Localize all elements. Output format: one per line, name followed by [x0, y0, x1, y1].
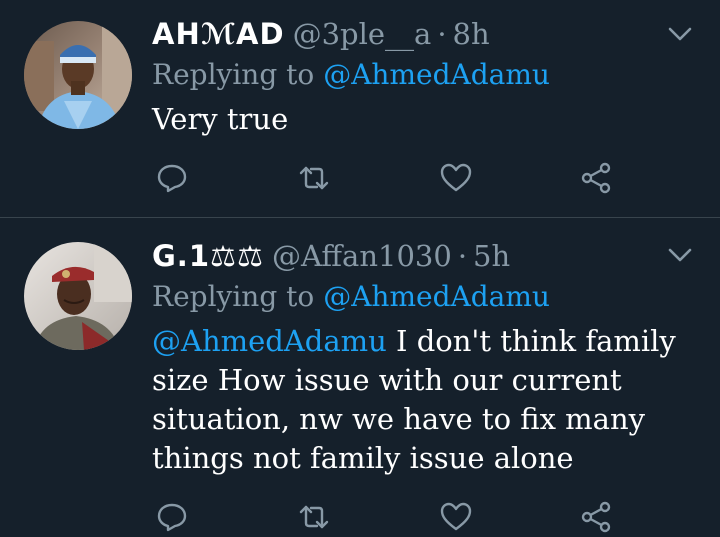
heart-icon	[440, 163, 472, 192]
chevron-down-icon[interactable]	[666, 20, 694, 48]
share-button[interactable]	[576, 497, 616, 537]
retweet-icon	[299, 505, 329, 529]
replying-to-mention[interactable]: @AhmedAdamu	[323, 280, 550, 313]
tweet-header: AHℳAD @3ple__a · 8h	[152, 14, 490, 54]
username[interactable]: @3ple__a	[293, 14, 432, 54]
avatar[interactable]	[24, 21, 132, 129]
timestamp[interactable]: 5h	[473, 236, 510, 276]
display-name[interactable]: AHℳAD	[152, 14, 285, 54]
body-mention[interactable]: @AhmedAdamu	[152, 324, 387, 358]
avatar[interactable]	[24, 242, 132, 350]
tweet-text: Very true	[152, 100, 697, 139]
replying-to: Replying to @AhmedAdamu	[152, 57, 550, 93]
retweet-icon	[299, 166, 329, 190]
reply-icon	[157, 503, 187, 532]
tweet[interactable]: G.1⚖⚖ @Affan1030 · 5h Replying to @Ahmed…	[0, 219, 720, 533]
replying-to: Replying to @AhmedAdamu	[152, 279, 550, 315]
chevron-down-icon[interactable]	[666, 241, 694, 269]
tweet-actions	[152, 497, 622, 537]
heart-icon	[440, 502, 472, 531]
retweet-button[interactable]	[294, 158, 334, 198]
retweet-button[interactable]	[294, 497, 334, 537]
avatar-photo	[24, 21, 132, 129]
avatar-photo	[24, 242, 132, 350]
like-button[interactable]	[436, 497, 476, 537]
tweet-header: G.1⚖⚖ @Affan1030 · 5h	[152, 236, 510, 276]
replying-to-label: Replying to	[152, 58, 315, 91]
reply-icon	[157, 164, 187, 193]
replying-to-label: Replying to	[152, 280, 315, 313]
tweet-body: Very true	[152, 102, 289, 136]
share-icon	[581, 162, 611, 194]
username[interactable]: @Affan1030	[272, 236, 452, 276]
separator-dot: ·	[457, 239, 468, 273]
reply-button[interactable]	[152, 497, 192, 537]
like-button[interactable]	[436, 158, 476, 198]
tweet[interactable]: AHℳAD @3ple__a · 8h Replying to @AhmedAd…	[0, 0, 720, 218]
tweet-actions	[152, 158, 622, 198]
reply-button[interactable]	[152, 158, 192, 198]
timestamp[interactable]: 8h	[453, 14, 490, 54]
share-icon	[581, 501, 611, 533]
replying-to-mention[interactable]: @AhmedAdamu	[323, 58, 550, 91]
display-name[interactable]: G.1⚖⚖	[152, 236, 264, 276]
tweet-text: @AhmedAdamu I don't think family size Ho…	[152, 322, 697, 478]
share-button[interactable]	[576, 158, 616, 198]
separator-dot: ·	[437, 17, 447, 51]
